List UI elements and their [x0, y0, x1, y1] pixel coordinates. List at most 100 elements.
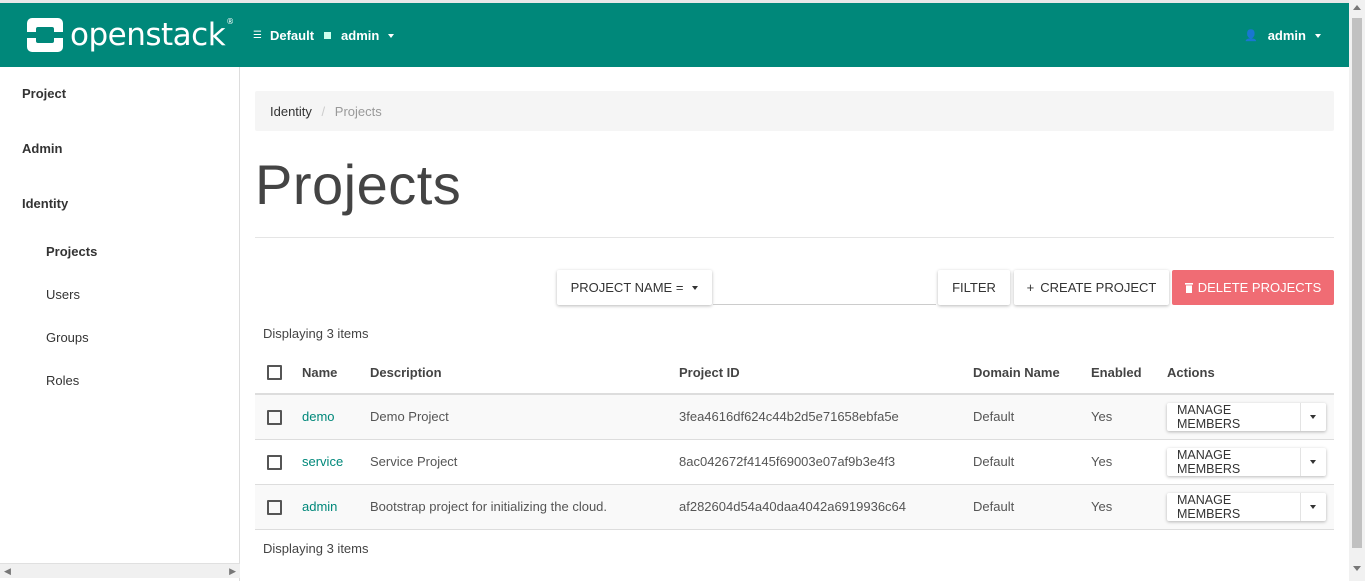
sidebar-horizontal-scrollbar[interactable]: ◀ ▶ [0, 563, 240, 578]
project-name-link[interactable]: demo [302, 409, 335, 424]
delete-projects-button[interactable]: DELETE PROJECTS [1172, 270, 1334, 305]
sidebar-item-groups[interactable]: Groups [46, 330, 89, 345]
project-name-link[interactable]: service [302, 454, 343, 469]
scroll-right-icon[interactable]: ▶ [229, 566, 236, 577]
page-title: Projects [255, 153, 462, 216]
chevron-down-icon [692, 285, 699, 290]
project-id: 3fea4616df624c44b2d5e71658ebfa5e [671, 394, 965, 440]
actions-cell: MANAGE MEMBERS [1159, 439, 1334, 485]
filter-field-label: PROJECT NAME = [570, 280, 684, 295]
row-actions-split-button: MANAGE MEMBERS [1167, 403, 1326, 432]
items-count-bottom: Displaying 3 items [263, 541, 369, 556]
row-actions-dropdown[interactable] [1299, 403, 1326, 432]
scroll-down-icon[interactable] [1353, 566, 1361, 571]
row-checkbox[interactable] [267, 499, 282, 515]
user-icon: 👤 [1244, 30, 1258, 42]
row-checkbox[interactable] [267, 454, 282, 470]
row-select-cell [255, 439, 294, 485]
items-count-top: Displaying 3 items [263, 326, 369, 341]
filter-button[interactable]: FILTER [938, 270, 1010, 305]
row-actions-dropdown[interactable] [1299, 448, 1326, 476]
project-label: admin [341, 28, 380, 43]
delete-projects-label: DELETE PROJECTS [1197, 280, 1322, 295]
project-name-cell: demo [294, 394, 362, 440]
sidebar-item-admin[interactable]: Admin [22, 141, 62, 156]
row-select-cell [255, 484, 294, 530]
project-description: Demo Project [362, 394, 671, 440]
project-square-icon [324, 32, 332, 39]
filter-input[interactable] [713, 270, 936, 305]
logo-text: openstack® [70, 17, 234, 53]
filter-field-select[interactable]: PROJECT NAME = [557, 270, 712, 305]
projects-table: Name Description Project ID Domain Name … [255, 351, 1334, 530]
sidebar-item-projects[interactable]: Projects [46, 244, 97, 259]
row-actions-split-button: MANAGE MEMBERS [1167, 493, 1326, 521]
breadcrumb-current: Projects [334, 104, 382, 119]
create-project-label: CREATE PROJECT [1040, 280, 1157, 295]
select-all-cell [255, 351, 294, 395]
scrollbar-thumb[interactable] [1352, 18, 1362, 548]
breadcrumb-separator: / [321, 104, 326, 119]
row-actions-split-button: MANAGE MEMBERS [1167, 448, 1326, 476]
domain-name: Default [965, 394, 1083, 440]
row-select-cell [255, 394, 294, 440]
domain-list-icon: ☰ [253, 30, 262, 41]
project-description: Service Project [362, 439, 671, 485]
sidebar-item-roles[interactable]: Roles [46, 373, 79, 388]
breadcrumb: Identity / Projects [255, 91, 1334, 131]
column-header-actions: Actions [1159, 351, 1334, 395]
top-navbar: openstack® ☰ Default admin 👤 admin [0, 0, 1349, 67]
sidebar: Project Admin Identity Projects Users Gr… [0, 67, 240, 581]
actions-cell: MANAGE MEMBERS [1159, 394, 1334, 440]
openstack-logo[interactable]: openstack® [27, 17, 234, 53]
project-name-cell: admin [294, 484, 362, 530]
manage-members-button[interactable]: MANAGE MEMBERS [1167, 403, 1300, 431]
column-header-project-id[interactable]: Project ID [671, 351, 965, 395]
column-header-name[interactable]: Name [294, 351, 362, 395]
actions-cell: MANAGE MEMBERS [1159, 484, 1334, 530]
manage-members-button[interactable]: MANAGE MEMBERS [1167, 493, 1300, 521]
sidebar-item-identity[interactable]: Identity [22, 196, 68, 211]
user-menu[interactable]: 👤 admin [1244, 28, 1321, 43]
scroll-left-icon[interactable]: ◀ [4, 566, 11, 577]
create-project-button[interactable]: + CREATE PROJECT [1014, 270, 1169, 305]
project-id: 8ac042672f4145f69003e07af9b3e4f3 [671, 439, 965, 485]
row-actions-dropdown[interactable] [1299, 493, 1326, 521]
table-row: admin Bootstrap project for initializing… [255, 484, 1334, 530]
trash-icon [1184, 282, 1193, 293]
page-vertical-scrollbar[interactable] [1349, 0, 1365, 581]
row-checkbox[interactable] [267, 409, 282, 425]
enabled-status: Yes [1083, 484, 1159, 530]
column-header-domain-name[interactable]: Domain Name [965, 351, 1083, 395]
column-header-enabled[interactable]: Enabled [1083, 351, 1159, 395]
openstack-logo-icon [27, 18, 63, 52]
chevron-down-icon [388, 33, 395, 38]
breadcrumb-identity[interactable]: Identity [270, 104, 312, 119]
domain-name: Default [965, 484, 1083, 530]
manage-members-button[interactable]: MANAGE MEMBERS [1167, 448, 1300, 476]
chevron-down-icon [1315, 33, 1321, 38]
title-divider [255, 237, 1334, 238]
select-all-checkbox[interactable] [267, 365, 282, 381]
user-label: admin [1267, 28, 1306, 43]
table-row: demo Demo Project 3fea4616df624c44b2d5e7… [255, 394, 1334, 440]
project-description: Bootstrap project for initializing the c… [362, 484, 671, 530]
project-id: af282604d54a40daa4042a6919936c64 [671, 484, 965, 530]
table-header-row: Name Description Project ID Domain Name … [255, 351, 1334, 395]
sidebar-item-users[interactable]: Users [46, 287, 80, 302]
plus-icon: + [1026, 280, 1035, 295]
column-header-description[interactable]: Description [362, 351, 671, 395]
enabled-status: Yes [1083, 394, 1159, 440]
project-name-link[interactable]: admin [302, 499, 337, 514]
table-row: service Service Project 8ac042672f4145f6… [255, 439, 1334, 485]
chevron-down-icon [1310, 505, 1317, 509]
scroll-up-icon[interactable] [1353, 5, 1361, 10]
enabled-status: Yes [1083, 439, 1159, 485]
chevron-down-icon [1310, 460, 1317, 464]
project-name-cell: service [294, 439, 362, 485]
domain-label: Default [269, 28, 315, 43]
sidebar-item-project[interactable]: Project [22, 86, 66, 101]
domain-name: Default [965, 439, 1083, 485]
context-switcher[interactable]: ☰ Default admin [253, 28, 395, 43]
chevron-down-icon [1310, 415, 1317, 420]
